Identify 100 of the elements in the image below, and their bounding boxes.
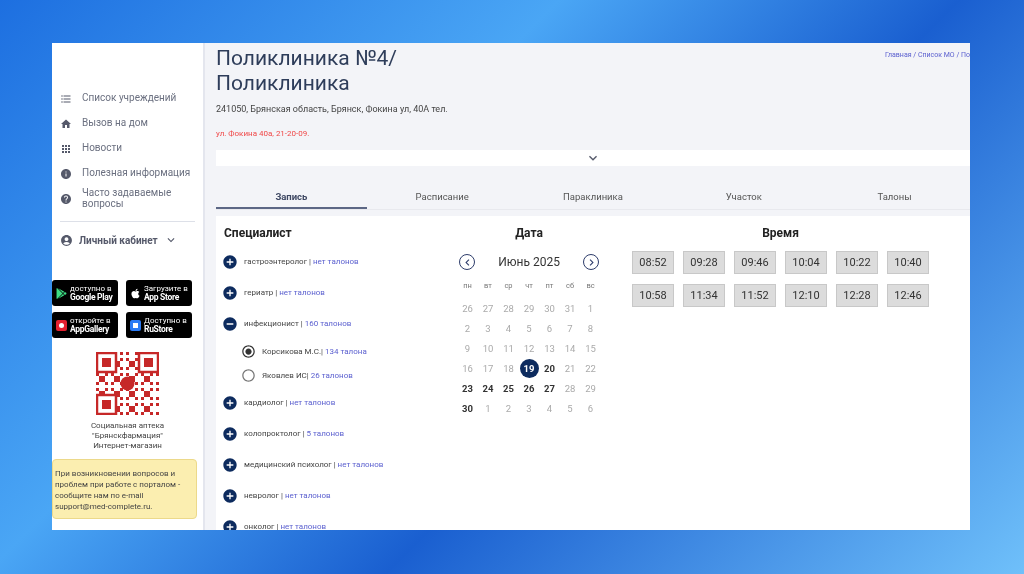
calendar-day: 26 (458, 298, 477, 318)
support-notice: При возникновении вопросов и проблем при работе с порталом - сообщите нам по e-mail support@med-complete.ru. (52, 459, 197, 519)
time-slot[interactable]: 12:10 (785, 284, 827, 307)
expand-icon[interactable] (222, 425, 238, 442)
address-note: ул. Фокина 40а, 21-20-09. (216, 129, 311, 138)
nav-item[interactable]: Список учреждений (52, 86, 203, 111)
nav-label: Новости (82, 143, 123, 154)
calendar-day[interactable]: 30 (458, 398, 477, 418)
nav-item[interactable]: Часто задаваемые вопросы (52, 186, 203, 211)
info-icon (60, 167, 72, 180)
calendar-day: 5 (519, 318, 539, 338)
account-menu[interactable]: Личный кабинет (52, 230, 203, 250)
store-badge[interactable]: Доступно в RuStore (126, 312, 192, 338)
time-slot[interactable]: 12:46 (887, 284, 929, 307)
calendar-day: 27 (478, 298, 498, 318)
time-slot[interactable]: 10:04 (785, 251, 827, 274)
store-badge[interactable]: доступно в Google Play (52, 280, 118, 306)
calendar-day[interactable]: 26 (519, 378, 539, 398)
tickets-link[interactable]: нет талонов (279, 288, 325, 297)
store-badge[interactable]: Загрузите в App Store (126, 280, 192, 306)
time-slot[interactable]: 08:52 (632, 251, 674, 274)
expand-icon[interactable] (222, 518, 238, 530)
nav-label: Список учреждений (82, 93, 177, 104)
play-icon (56, 287, 67, 299)
calendar-day[interactable]: 23 (458, 378, 477, 398)
time-slot[interactable]: 09:28 (683, 251, 725, 274)
address-text: 241050, Брянская область, Брянск, Фокина ул, 40А тел. (216, 104, 449, 114)
tickets-link[interactable]: 134 талона (324, 346, 367, 356)
calendar-day: 18 (499, 358, 518, 378)
calendar-day: 7 (560, 318, 580, 338)
time-slot[interactable]: 10:58 (632, 284, 674, 307)
specialist-name: невролог | нет талонов (244, 491, 331, 500)
expand-icon[interactable] (222, 284, 238, 301)
store-badge[interactable]: откройте в AppGallery (52, 312, 118, 338)
calendar-day: 16 (458, 358, 477, 378)
nav-label: Часто задаваемые вопросы (82, 188, 172, 209)
user-icon (60, 233, 73, 247)
tickets-link[interactable]: 160 талонов (304, 319, 352, 328)
calendar-day: 31 (560, 298, 580, 318)
tab[interactable]: Запись (216, 186, 367, 209)
calendar-day: 6 (581, 398, 600, 418)
tile-icon (130, 319, 141, 331)
radio-button[interactable] (241, 343, 256, 359)
tickets-link[interactable]: нет талонов (312, 257, 359, 266)
calendar-day[interactable]: 24 (478, 378, 498, 398)
calendar-day: 4 (499, 318, 518, 338)
specialist-name: гериатр | нет талонов (244, 288, 325, 297)
tickets-link[interactable]: нет талонов (280, 522, 327, 530)
specialist-name: колопроктолог | 5 талонов (244, 429, 345, 438)
calendar-day: 28 (499, 298, 518, 318)
time-slot[interactable]: 12:28 (836, 284, 878, 307)
home-icon (60, 117, 72, 130)
collapse-icon[interactable] (222, 315, 238, 332)
tab[interactable]: Талоны (819, 186, 970, 209)
calendar-day[interactable]: 19 (519, 358, 539, 378)
doctor-name: Яковлев ИС| 26 талонов (262, 370, 353, 380)
calendar-day: 29 (581, 378, 600, 398)
calendar-day: 13 (540, 338, 559, 358)
calendar-day: 9 (458, 338, 477, 358)
time-slot[interactable]: 11:34 (683, 284, 725, 307)
calendar-day: 2 (499, 398, 518, 418)
time-slot[interactable]: 10:40 (887, 251, 929, 274)
expand-icon[interactable] (222, 253, 238, 270)
tickets-link[interactable]: нет талонов (289, 398, 336, 407)
expand-icon[interactable] (222, 487, 238, 504)
apple-icon (130, 287, 141, 299)
calendar-day: 4 (540, 398, 559, 418)
calendar-day: 5 (560, 398, 580, 418)
expand-icon[interactable] (222, 456, 238, 473)
tickets-link[interactable]: нет талонов (284, 491, 331, 500)
specialist-name: гастроэнтеролог | нет талонов (244, 257, 359, 266)
time-slot[interactable]: 09:46 (734, 251, 776, 274)
time-slot[interactable]: 10:22 (836, 251, 878, 274)
calendar-day[interactable]: 27 (540, 378, 559, 398)
column-heading: Специалист (224, 226, 293, 240)
month-label: Июнь 2025 (498, 255, 560, 269)
calendar-day[interactable]: 20 (540, 358, 559, 378)
expand-icon[interactable] (222, 394, 238, 411)
doctor-name: Корсикова М.С.| 134 талона (262, 346, 367, 356)
tickets-link[interactable]: 26 талонов (310, 370, 353, 380)
petal-icon (56, 319, 67, 331)
specialist-name: медицинский психолог | нет талонов (244, 460, 384, 469)
tab[interactable]: Параклиника (517, 186, 669, 209)
calendar-day: 17 (478, 358, 498, 378)
nav-item[interactable]: Полезная информация (52, 161, 203, 186)
tab[interactable]: Расписание (366, 186, 518, 209)
calendar-day: 30 (540, 298, 559, 318)
tickets-link[interactable]: нет талонов (337, 460, 384, 469)
calendar-day: 12 (519, 338, 539, 358)
calendar-day: 14 (560, 338, 580, 358)
calendar-day: 6 (540, 318, 559, 338)
tab[interactable]: Участок (668, 186, 820, 209)
radio-button[interactable] (241, 367, 256, 383)
tickets-link[interactable]: 5 талонов (306, 429, 345, 438)
nav-item[interactable]: Новости (52, 136, 203, 161)
calendar-day: 2 (458, 318, 477, 338)
time-slot[interactable]: 11:52 (734, 284, 776, 307)
details-toggle[interactable] (216, 150, 970, 166)
calendar-day[interactable]: 25 (499, 378, 518, 398)
nav-item[interactable]: Вызов на дом (52, 111, 203, 136)
